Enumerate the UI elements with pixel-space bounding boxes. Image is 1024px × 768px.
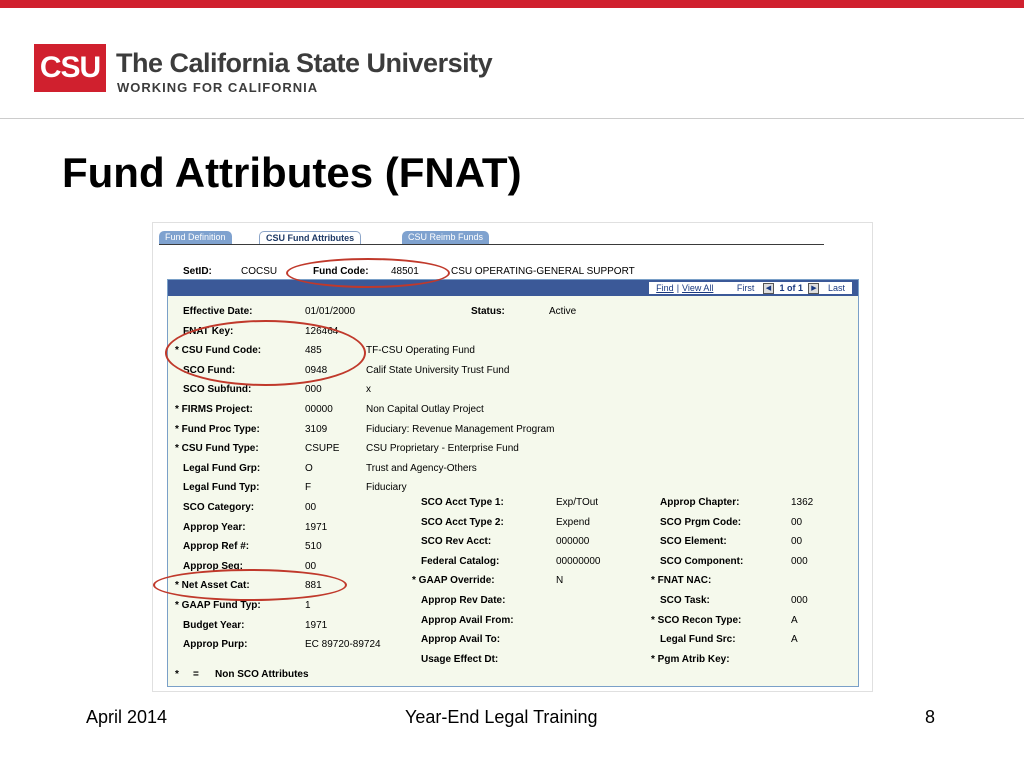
field-value: 1: [305, 600, 311, 611]
field-description: TF-CSU Operating Fund: [366, 345, 475, 357]
status-label: Status:: [471, 306, 505, 317]
field-value: 00000: [305, 404, 333, 415]
field-value: Expend: [556, 516, 590, 528]
highlight-fnat-group: [165, 320, 366, 386]
field-value: 00000000: [556, 555, 601, 567]
field-label: * GAAP Override:: [412, 575, 495, 587]
field-value: 3109: [305, 423, 328, 435]
footer-date: April 2014: [86, 707, 168, 727]
field-value: 00: [305, 502, 317, 513]
field-label: Approp Avail From:: [421, 614, 514, 626]
field-value: EC 89720-89724: [305, 639, 381, 651]
csu-logo: CSU: [34, 44, 106, 92]
page-number: 8: [925, 707, 936, 727]
field-label: SCO Prgm Code:: [660, 516, 742, 528]
status-value: Active: [549, 306, 577, 317]
field-value: 00: [791, 536, 803, 548]
field-label: Approp Chapter:: [660, 497, 740, 508]
field-label: Approp Ref #:: [183, 541, 250, 553]
field-label: Federal Catalog:: [421, 555, 500, 567]
field-value: A: [791, 634, 798, 646]
field-label: SCO Acct Type 1:: [421, 497, 504, 508]
field-label: SCO Component:: [660, 555, 744, 567]
field-description: Trust and Agency-Others: [366, 462, 477, 474]
field-label: SCO Subfund:: [183, 384, 252, 396]
legend-text: Non SCO Attributes: [215, 669, 309, 680]
field-value: O: [305, 462, 313, 474]
field-label: Approp Year:: [183, 521, 246, 533]
field-value: CSUPE: [305, 443, 340, 455]
field-value: 1971: [305, 521, 328, 533]
field-label: Usage Effect Dt:: [421, 653, 499, 665]
field-value: 1362: [791, 497, 814, 508]
org-name: The California State University: [116, 48, 493, 78]
field-label: * Pgm Atrib Key:: [651, 653, 730, 665]
field-label: Budget Year:: [183, 619, 245, 631]
field-description: Fiduciary: Revenue Management Program: [366, 423, 555, 435]
field-value: N: [556, 575, 564, 587]
field-value: 000: [791, 595, 808, 606]
field-value: 00: [305, 560, 317, 572]
field-value: 000: [791, 555, 808, 567]
field-value: 000000: [556, 536, 590, 548]
field-label: SCO Element:: [660, 536, 727, 548]
field-label: SCO Rev Acct:: [421, 536, 492, 548]
field-label: * SCO Recon Type:: [651, 614, 742, 626]
org-tagline: WORKING FOR CALIFORNIA: [117, 80, 319, 95]
field-value: 000: [305, 384, 322, 396]
field-description: Non Capital Outlay Project: [366, 404, 484, 415]
field-label: Approp Purp:: [183, 639, 248, 651]
field-label: * FIRMS Project:: [175, 404, 253, 415]
field-value: A: [791, 614, 798, 626]
field-description: Fiduciary: [366, 482, 407, 494]
legend-equals: =: [193, 669, 199, 680]
highlight-fund-code: [286, 258, 450, 288]
slide-title: Fund Attributes (FNAT): [62, 149, 522, 196]
highlight-net-asset-cat: [153, 569, 347, 601]
field-label: SCO Category:: [183, 502, 255, 513]
field-value: Exp/TOut: [556, 497, 599, 508]
footer-title: Year-End Legal Training: [405, 707, 598, 727]
field-label: * Fund Proc Type:: [175, 423, 260, 435]
legend-star: *: [175, 669, 179, 680]
header-divider: [0, 118, 1024, 119]
fnat-screenshot: Fund Definition CSU Fund Attributes CSU …: [152, 222, 873, 692]
field-label: * GAAP Fund Typ:: [175, 600, 261, 611]
top-accent-bar: [0, 0, 1024, 8]
field-label: Approp Rev Date:: [421, 595, 506, 606]
field-value: F: [305, 482, 312, 494]
field-value: 00: [791, 516, 803, 528]
field-label: SCO Acct Type 2:: [421, 516, 504, 528]
field-label: Legal Fund Src:: [660, 634, 736, 646]
field-value: 510: [305, 541, 322, 553]
field-label: Legal Fund Grp:: [183, 462, 261, 474]
field-description: CSU Proprietary - Enterprise Fund: [366, 443, 519, 455]
field-label: * FNAT NAC:: [651, 575, 712, 587]
field-label: * CSU Fund Type:: [175, 443, 259, 455]
field-label: Legal Fund Typ:: [183, 482, 260, 494]
field-label: Effective Date:: [183, 306, 253, 317]
field-value: 1971: [305, 619, 328, 631]
field-grid: Effective Date: 01/01/2000 FNAT Key: 126464…: [153, 223, 874, 693]
field-label: Approp Avail To:: [421, 634, 501, 646]
field-description: Calif State University Trust Fund: [366, 364, 510, 376]
field-label: SCO Task:: [660, 595, 710, 606]
field-value: 01/01/2000: [305, 306, 356, 317]
field-description: x: [366, 384, 371, 396]
